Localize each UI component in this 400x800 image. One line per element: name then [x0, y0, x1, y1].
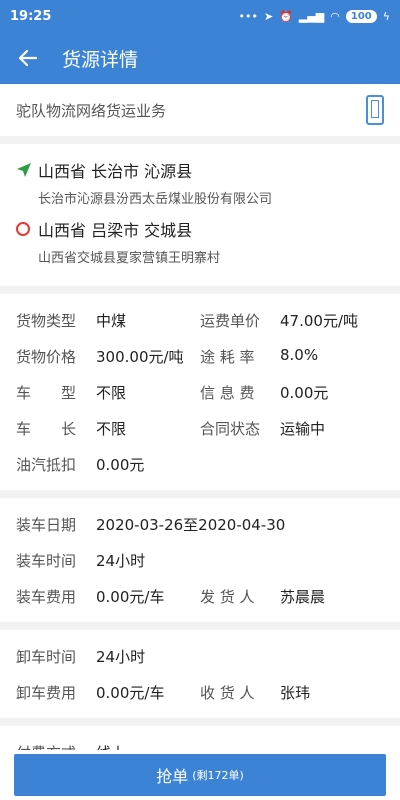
content[interactable]: 驼队物流网络货运业务 山西省 长治市 沁源县 长治市沁源县汾西太岳煤业股份有限公… [0, 84, 400, 750]
phone-icon[interactable] [366, 95, 384, 125]
cargo-type-value: 中煤 [96, 311, 127, 330]
load-fee-value: 0.00元/车 [96, 587, 165, 606]
load-fee-label: 装车费用 [16, 587, 77, 606]
loading-card: 装车日期 2020-03-26至2020-04-30 装车时间 24小时 装车费用 0… [0, 498, 400, 622]
contract-status-label: 合同状态 [200, 419, 261, 438]
remaining-orders: (剩172单) [192, 769, 244, 782]
battery-icon: 100 [345, 9, 377, 23]
status-time: 19:25 [10, 8, 52, 24]
contract-status-value: 运输中 [280, 419, 326, 438]
business-card: 驼队物流网络货运业务 [0, 84, 400, 136]
unload-fee-label: 卸车费用 [16, 683, 77, 702]
load-date-label: 装车日期 [16, 515, 77, 534]
payment-card: 付费方式线上 [0, 726, 400, 750]
grab-order-label: 抢单 [156, 767, 189, 786]
alarm-icon: ⏰ [279, 9, 293, 23]
charging-icon: ϟ [382, 9, 390, 23]
bottom-bar: 抢单 (剩172单) [0, 750, 400, 800]
info-fee-label: 信 息 费 [200, 383, 255, 402]
fuel-deduct-label: 油汽抵扣 [16, 455, 77, 474]
wifi-icon: ◠ [330, 9, 340, 23]
more-icon: ••• [238, 9, 258, 23]
car-length-label: 车 长 [16, 419, 77, 438]
unload-time-label: 卸车时间 [16, 647, 77, 666]
navigation-arrow-icon [17, 163, 31, 177]
receiver-label: 收 货 人 [200, 683, 255, 702]
loss-rate-value: 8.0% [280, 345, 319, 364]
app-bar: 货源详情 [0, 32, 400, 84]
shipper-label: 发 货 人 [200, 587, 255, 606]
route-end: 山西省 吕梁市 交城县 山西省交城县夏家营镇王明寨村 [16, 215, 384, 266]
cargo-card: 货物类型 中煤 运费单价 47.00元/吨 货物价格 300.00元/吨 途 耗 率 8… [0, 294, 400, 490]
status-bar: 19:25 ••• ➤ ⏰ ▂▄▆ ◠ 100 ϟ [0, 0, 400, 32]
shipper-value: 苏晨晨 [280, 587, 326, 606]
destination-circle-icon [16, 222, 30, 236]
start-address: 长治市沁源县汾西太岳煤业股份有限公司 [38, 192, 273, 207]
page-title: 货源详情 [62, 48, 139, 71]
signal-icon: ▂▄▆ [298, 9, 325, 23]
car-type-value: 不限 [96, 383, 127, 402]
location-icon: ➤ [263, 9, 274, 23]
start-region: 山西省 长治市 沁源县 [38, 162, 193, 181]
status-icons: ••• ➤ ⏰ ▂▄▆ ◠ 100 ϟ [238, 9, 390, 23]
unload-fee-value: 0.00元/车 [96, 683, 165, 702]
car-length-value: 不限 [96, 419, 127, 438]
car-type-label: 车 型 [16, 383, 77, 402]
back-button[interactable] [0, 32, 56, 84]
load-time-value: 24小时 [96, 551, 146, 570]
business-text: 驼队物流网络货运业务 [16, 101, 167, 120]
load-time-label: 装车时间 [16, 551, 77, 570]
grab-order-button[interactable]: 抢单 (剩172单) [14, 754, 386, 796]
arrow-left-icon [18, 49, 38, 67]
receiver-value: 张玮 [280, 683, 311, 702]
freight-price-label: 运费单价 [200, 311, 261, 330]
cargo-type-label: 货物类型 [16, 311, 77, 330]
route-start: 山西省 长治市 沁源县 长治市沁源县汾西太岳煤业股份有限公司 [16, 156, 384, 207]
load-date-value: 2020-03-26至2020-04-30 [96, 515, 286, 534]
fuel-deduct-value: 0.00元 [96, 455, 145, 474]
end-address: 山西省交城县夏家营镇王明寨村 [38, 251, 221, 266]
goods-price-label: 货物价格 [16, 347, 77, 366]
payment-value: 线上 [96, 742, 126, 751]
freight-price-value: 47.00元/吨 [280, 311, 358, 330]
unload-time-value: 24小时 [96, 647, 146, 666]
route-card: 山西省 长治市 沁源县 长治市沁源县汾西太岳煤业股份有限公司 山西省 吕梁市 交… [0, 144, 400, 286]
payment-label: 付费方式 [16, 742, 96, 751]
goods-price-value: 300.00元/吨 [96, 347, 184, 366]
end-region: 山西省 吕梁市 交城县 [38, 221, 193, 240]
loss-rate-label: 途 耗 率 [200, 347, 255, 366]
info-fee-value: 0.00元 [280, 383, 329, 402]
unloading-card: 卸车时间 24小时 卸车费用 0.00元/车 收 货 人 张玮 [0, 630, 400, 718]
